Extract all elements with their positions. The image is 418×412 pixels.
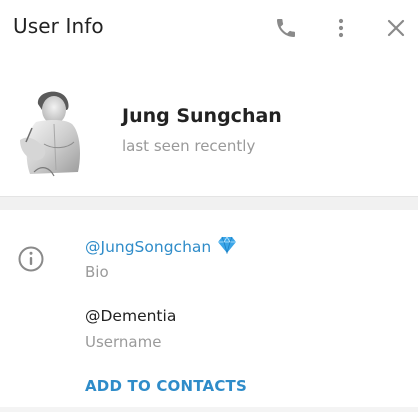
call-button[interactable] <box>272 14 300 42</box>
user-info-panel: User Info Jung Sungchan last seen recent… <box>0 0 418 412</box>
last-seen-status: last seen recently <box>122 137 256 155</box>
close-icon <box>387 19 405 37</box>
profile-name: Jung Sungchan <box>122 105 282 127</box>
add-to-contacts-button[interactable]: ADD TO CONTACTS <box>85 377 247 395</box>
profile-block: Jung Sungchan last seen recently <box>0 56 418 196</box>
panel-header: User Info <box>0 0 418 56</box>
close-button[interactable] <box>382 14 410 42</box>
phone-icon <box>277 19 295 37</box>
bottom-divider <box>0 407 418 412</box>
username-label: Username <box>85 333 162 351</box>
username-value[interactable]: @Dementia <box>85 307 176 325</box>
avatar[interactable] <box>14 84 90 180</box>
avatar-photo <box>14 84 90 180</box>
section-divider <box>0 196 418 210</box>
bio-value[interactable]: @JungSongchan <box>85 236 237 256</box>
info-icon <box>18 246 44 272</box>
info-section: @JungSongchan Bio @Dementia Username ADD… <box>0 210 418 412</box>
gem-icon <box>218 236 237 254</box>
bio-label: Bio <box>85 263 109 281</box>
panel-title: User Info <box>13 14 104 38</box>
more-options-button[interactable] <box>327 14 355 42</box>
bio-text[interactable]: @JungSongchan <box>85 238 211 256</box>
more-vertical-icon <box>338 18 344 38</box>
